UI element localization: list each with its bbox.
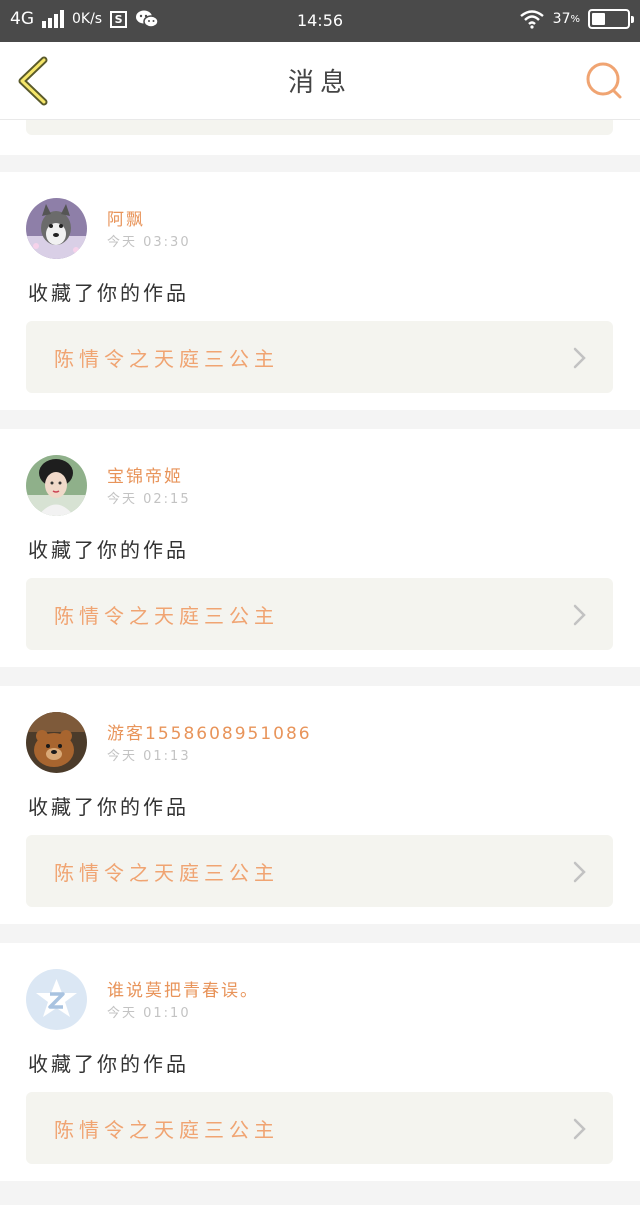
user-name[interactable]: 游客1558608951086	[107, 719, 312, 744]
woman-photo	[26, 455, 87, 516]
avatar[interactable]	[26, 198, 87, 259]
message-time: 今天 02:15	[107, 492, 191, 507]
work-link[interactable]: 陈情令之天庭三公主	[26, 1092, 613, 1164]
work-title: 陈情令之天庭三公主	[54, 604, 279, 628]
avatar[interactable]	[26, 455, 87, 516]
user-name[interactable]: 谁说莫把青春误。	[107, 976, 259, 1001]
work-link[interactable]: 陈情令之天庭三公主	[26, 835, 613, 907]
message-list[interactable]: 阿飘 今天 03:30 收藏了你的作品 陈情令之天庭三公主 宝锦帝姬 今天 02…	[0, 120, 640, 1205]
search-icon	[586, 62, 620, 96]
status-right: 37%	[519, 9, 634, 29]
chevron-right-icon	[573, 861, 586, 883]
nav-header: 消息	[0, 42, 640, 120]
message-time: 今天 01:10	[107, 1006, 191, 1021]
message-card: 宝锦帝姬 今天 02:15 收藏了你的作品 陈情令之天庭三公主	[0, 429, 640, 667]
previous-card-remnant	[0, 120, 640, 155]
husky-photo	[26, 198, 87, 259]
action-text: 收藏了你的作品	[28, 795, 189, 819]
chevron-right-icon	[573, 604, 586, 626]
message-time: 今天 01:13	[107, 749, 191, 764]
default-z-avatar	[26, 969, 87, 1030]
user-name[interactable]: 阿飘	[107, 205, 145, 230]
action-text: 收藏了你的作品	[28, 281, 189, 305]
page-title: 消息	[287, 68, 352, 98]
bear-photo	[26, 712, 87, 773]
avatar[interactable]	[26, 969, 87, 1030]
avatar[interactable]	[26, 712, 87, 773]
action-text: 收藏了你的作品	[28, 1052, 189, 1076]
message-card: 谁说莫把青春误。 今天 01:10 收藏了你的作品 陈情令之天庭三公主	[0, 943, 640, 1181]
wifi-icon	[519, 10, 544, 29]
chevron-right-icon	[573, 1118, 586, 1140]
message-card: 游客1558608951086 今天 01:13 收藏了你的作品 陈情令之天庭三…	[0, 686, 640, 924]
battery-fill	[592, 13, 605, 25]
work-title: 陈情令之天庭三公主	[54, 347, 279, 371]
work-link[interactable]: 陈情令之天庭三公主	[26, 578, 613, 650]
chevron-right-icon	[573, 347, 586, 369]
user-name[interactable]: 宝锦帝姬	[107, 462, 183, 487]
status-bar: 4G 0K/s S 14:56 37%	[0, 0, 640, 42]
message-time: 今天 03:30	[107, 235, 191, 250]
search-button[interactable]	[584, 60, 624, 100]
action-text: 收藏了你的作品	[28, 538, 189, 562]
work-title: 陈情令之天庭三公主	[54, 1118, 279, 1142]
battery-icon	[588, 9, 634, 29]
message-card: 阿飘 今天 03:30 收藏了你的作品 陈情令之天庭三公主	[0, 172, 640, 410]
previous-work-link[interactable]	[26, 120, 613, 135]
work-link[interactable]: 陈情令之天庭三公主	[26, 321, 613, 393]
work-title: 陈情令之天庭三公主	[54, 861, 279, 885]
battery-percent: 37	[552, 11, 571, 27]
